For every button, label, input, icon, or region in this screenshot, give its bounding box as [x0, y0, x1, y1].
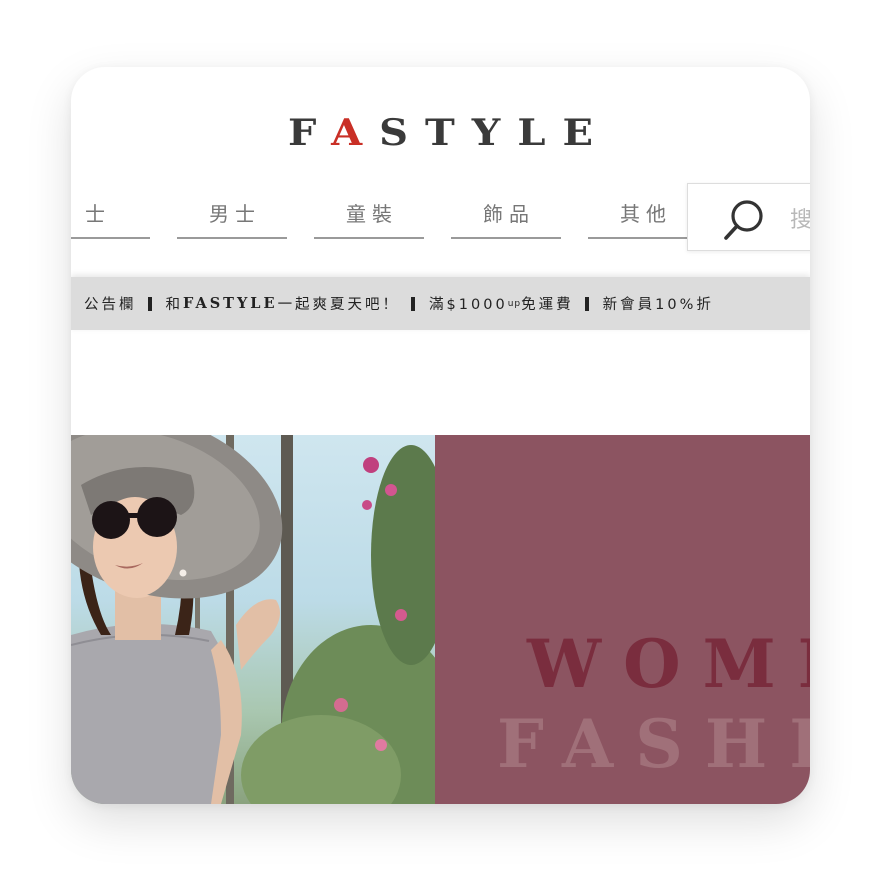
search-icon[interactable]: [722, 198, 768, 244]
announcement-brand: FASTYLE: [183, 295, 278, 312]
logo-letters-style: STYLE: [379, 110, 610, 155]
search-input[interactable]: 搜: [687, 183, 810, 251]
separator: [584, 296, 589, 311]
logo-letter-f: F: [288, 110, 332, 155]
separator: [147, 296, 152, 311]
hero-photo-illustration: [71, 435, 435, 804]
hero-heading-fashion: FASHION: [497, 705, 810, 783]
search-placeholder: 搜: [790, 208, 810, 233]
nav-item-accessories[interactable]: 飾品: [451, 187, 561, 239]
announcement-new-member: 新會員10%折: [602, 297, 714, 313]
hero-heading-women: WOMEN: [527, 625, 810, 703]
nav-item-label: 童裝: [346, 201, 398, 226]
nav-item-label: 飾品: [483, 201, 535, 226]
announcement-summer-suffix: 一起爽夏天吧！: [277, 297, 401, 313]
announcement-shipping-suffix: 免運費: [521, 297, 574, 313]
nav-item-men[interactable]: 男士: [177, 187, 287, 239]
announcement-bar: 公告欄 和 FASTYLE 一起爽夏天吧！ 滿$1000 up 免運費 新會員10%折: [71, 277, 810, 330]
announcement-shipping-prefix: 滿$1000: [429, 297, 508, 313]
nav-item-label: 男士: [209, 201, 261, 226]
announcement-marquee: 公告欄 和 FASTYLE 一起爽夏天吧！ 滿$1000 up 免運費 新會員10%折: [84, 277, 714, 330]
hero-photo: [71, 435, 435, 804]
hero-panel: WOMEN FASHION: [435, 435, 810, 804]
logo-letter-a: A: [331, 110, 380, 155]
nav-item-label: 其他: [620, 201, 672, 226]
announcement-title: 公告欄: [84, 297, 137, 313]
announcement-summer-prefix: 和: [165, 297, 183, 313]
site-logo[interactable]: FASTYLE: [71, 110, 810, 155]
nav-item-kids[interactable]: 童裝: [314, 187, 424, 239]
app-window: FASTYLE 士 男士 童裝 飾品 其他 搜 公告欄 和 FASTYLE 一起爽夏…: [71, 67, 810, 804]
main-nav: 士 男士 童裝 飾品 其他: [71, 187, 725, 241]
nav-item-women[interactable]: 士: [71, 187, 150, 239]
separator: [411, 296, 416, 311]
hero-banner[interactable]: WOMEN FASHION: [71, 435, 810, 804]
nav-item-label: 士: [85, 201, 111, 226]
announcement-shipping-up: up: [507, 298, 522, 309]
nav-item-others[interactable]: 其他: [588, 187, 698, 239]
